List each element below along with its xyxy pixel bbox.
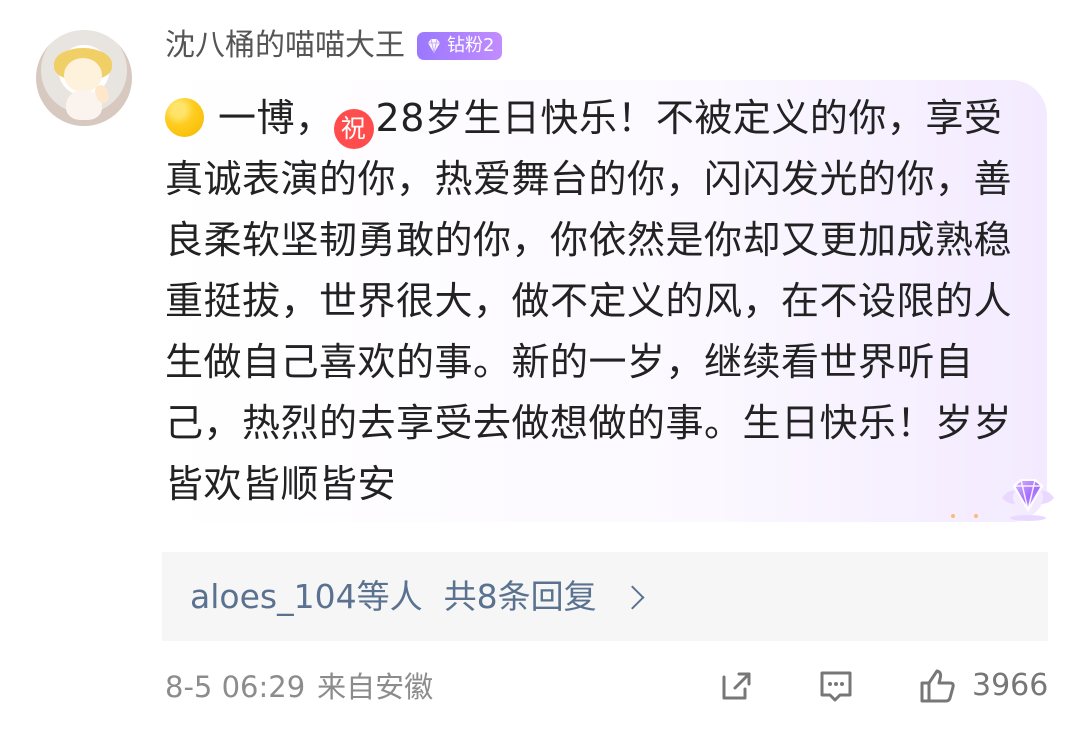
comment-meta: 8-5 06:29 来自安徽	[165, 667, 433, 707]
comment-icon[interactable]	[817, 667, 855, 705]
fan-badge-label: 钻粉2	[447, 35, 495, 56]
thumbs-up-icon[interactable]	[917, 667, 957, 705]
share-icon[interactable]	[717, 667, 755, 705]
diamond-decoration-icon	[1002, 479, 1054, 521]
comment-time: 8-5 06:29	[165, 670, 306, 704]
comment-card: 沈八桶的喵喵大王 钻粉2 一博，祝 28岁生日快乐！不被定义的你，享受真诚表演的你…	[0, 0, 1080, 735]
congrats-badge-icon: 祝	[333, 109, 374, 149]
reply-users[interactable]: aloes_104等人	[190, 575, 423, 619]
username-row: 沈八桶的喵喵大王 钻粉2	[165, 27, 503, 65]
spark-decoration	[951, 514, 955, 518]
like-count: 3966	[972, 668, 1049, 703]
diamond-icon	[428, 38, 440, 54]
username[interactable]: 沈八桶的喵喵大王	[165, 27, 405, 65]
yellow-circle-emoji-icon	[165, 98, 204, 137]
spark-decoration	[974, 514, 978, 518]
chevron-right-icon[interactable]	[620, 585, 645, 610]
reply-link[interactable]: aloes_104等人 共8条回复	[190, 575, 645, 619]
fan-badge[interactable]: 钻粉2	[417, 32, 503, 60]
avatar[interactable]	[36, 30, 132, 126]
reply-count[interactable]: 共8条回复	[444, 575, 597, 619]
comment-location: 来自安徽	[317, 670, 434, 704]
comment-greeting: 一博，	[218, 96, 334, 140]
comment-text: 一博，祝 28岁生日快乐！不被定义的你，享受真诚表演的你，热爱舞台的你，闪闪发光的…	[165, 88, 1015, 515]
comment-body: 28岁生日快乐！不被定义的你，享受真诚表演的你，热爱舞台的你，闪闪发光的你，善良…	[165, 96, 1013, 506]
